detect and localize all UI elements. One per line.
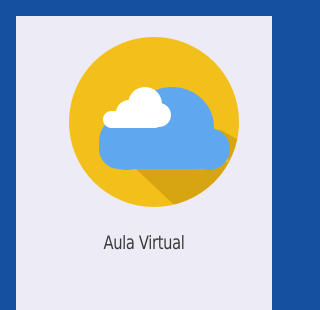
aula-virtual-tile[interactable]: Aula Virtual [16, 16, 272, 310]
tile-label: Aula Virtual [103, 232, 185, 254]
cloud-icon [69, 37, 239, 207]
